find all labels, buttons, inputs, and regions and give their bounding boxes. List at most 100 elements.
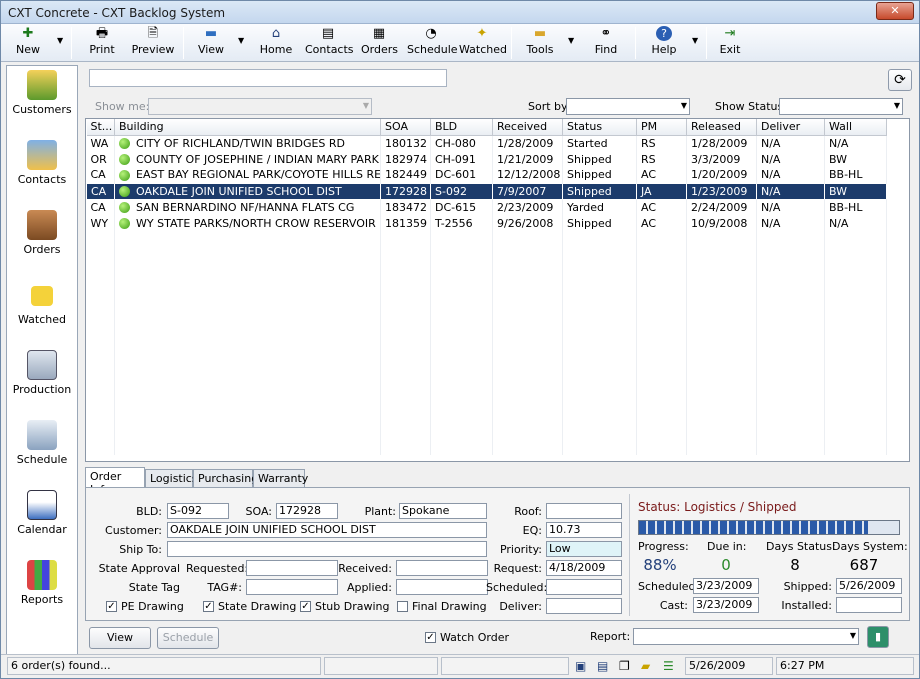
view-dropdown-icon[interactable]: ▼: [238, 36, 244, 45]
orders-button[interactable]: ▦ Orders: [361, 26, 398, 56]
sidebar-item-schedule[interactable]: Schedule: [7, 420, 77, 466]
empty-row: [86, 295, 887, 311]
requested-field[interactable]: [246, 560, 338, 576]
show-me-select[interactable]: ▼: [148, 98, 372, 115]
request-field[interactable]: 4/18/2009: [546, 560, 622, 576]
refresh-button[interactable]: ⟳: [888, 69, 912, 91]
stub-drawing-checkbox[interactable]: ✓: [300, 601, 311, 612]
search-input[interactable]: [89, 69, 447, 87]
final-drawing-checkbox[interactable]: [397, 601, 408, 612]
column-header[interactable]: BLD: [430, 119, 493, 136]
monitor-icon[interactable]: ▤: [597, 659, 608, 673]
folder-icon[interactable]: ▰: [641, 659, 650, 673]
column-header[interactable]: Wall: [824, 119, 887, 136]
tab-logistics[interactable]: Logistics: [145, 469, 198, 487]
column-header[interactable]: Status: [562, 119, 637, 136]
column-header[interactable]: Building: [114, 119, 381, 136]
new-dropdown-icon[interactable]: ▼: [57, 36, 63, 45]
column-header[interactable]: Received: [492, 119, 563, 136]
state-drawing-checkbox[interactable]: ✓: [203, 601, 214, 612]
building-name: CITY OF RICHLAND/TWIN BRIDGES RD: [136, 136, 346, 150]
sidebar-item-customers[interactable]: Customers: [7, 70, 77, 116]
network-icon[interactable]: ▣: [575, 659, 586, 673]
help-button[interactable]: ? Help: [651, 26, 677, 56]
sidebar-item-orders[interactable]: Orders: [7, 210, 77, 256]
column-header[interactable]: Released: [686, 119, 757, 136]
table-cell: WA: [86, 135, 115, 151]
view-button[interactable]: ▬ View: [195, 26, 227, 56]
schedule-button[interactable]: ◔ Schedule: [407, 26, 458, 56]
close-button[interactable]: ✕: [876, 2, 914, 20]
table-row[interactable]: CA EAST BAY REGIONAL PARK/COYOTE HILLS RE…: [86, 167, 887, 183]
schedule-order-button[interactable]: Schedule: [157, 627, 219, 649]
table-row[interactable]: WA CITY OF RICHLAND/TWIN BRIDGES RD 180132…: [86, 135, 887, 151]
roof-field[interactable]: [546, 503, 622, 519]
customer-field[interactable]: OAKDALE JOIN UNIFIED SCHOOL DIST: [167, 522, 487, 538]
tab-warranty[interactable]: Warranty: [253, 469, 308, 487]
exit-button[interactable]: ⇥ Exit: [719, 26, 741, 56]
eq-field[interactable]: 10.73: [546, 522, 622, 538]
table-row[interactable]: CA OAKDALE JOIN UNIFIED SCHOOL DIST 172928…: [86, 182, 887, 200]
ship-to-field[interactable]: [167, 541, 487, 557]
column-header[interactable]: St...: [86, 119, 115, 136]
new-button[interactable]: ✚ New: [13, 26, 43, 56]
watched-button[interactable]: ✦ Watched: [459, 26, 507, 56]
tools-dropdown-icon[interactable]: ▼: [568, 36, 574, 45]
empty-row: [86, 407, 887, 423]
table-cell: N/A: [756, 151, 825, 167]
table-cell: BB-HL: [824, 167, 887, 183]
list-icon[interactable]: ☰: [663, 659, 674, 673]
preview-button[interactable]: 🗎 Preview: [131, 26, 175, 56]
home-button[interactable]: ⌂ Home: [259, 26, 293, 56]
column-header[interactable]: SOA: [380, 119, 431, 136]
cast-field[interactable]: 3/23/2009: [693, 597, 759, 613]
chevron-down-icon: ▼: [893, 101, 900, 110]
folder-view-icon: ▬: [204, 26, 218, 41]
column-header[interactable]: PM: [636, 119, 687, 136]
received-field[interactable]: [396, 560, 488, 576]
table-cell: Started: [562, 135, 637, 151]
soa-field[interactable]: 172928: [276, 503, 338, 519]
watch-order-checkbox[interactable]: ✓: [425, 632, 436, 643]
preview-icon: 🗎: [147, 26, 159, 41]
applied-field[interactable]: [396, 579, 488, 595]
run-report-button[interactable]: ▮: [867, 626, 889, 648]
table-cell: 1/23/2009: [686, 182, 757, 200]
find-button[interactable]: ⚭ Find: [593, 26, 619, 56]
tab-order-info[interactable]: Order Info: [85, 467, 145, 496]
bld-field[interactable]: S-092: [167, 503, 229, 519]
empty-row: [86, 311, 887, 327]
sidebar-item-watched[interactable]: Watched: [7, 280, 77, 326]
sidebar-item-reports[interactable]: Reports: [7, 560, 77, 606]
column-header[interactable]: Deliver: [756, 119, 825, 136]
table-row[interactable]: CA SAN BERNARDINO NF/HANNA FLATS CG 183472…: [86, 199, 887, 215]
pe-drawing-checkbox[interactable]: ✓: [106, 601, 117, 612]
sidebar-item-contacts[interactable]: Contacts: [7, 140, 77, 186]
tools-button[interactable]: ▬ Tools: [525, 26, 555, 56]
final-drawing-label: Final Drawing: [412, 600, 487, 613]
priority-label: Priority:: [499, 543, 542, 556]
table-row[interactable]: WY WY STATE PARKS/NORTH CROW RESERVOIR 21…: [86, 215, 887, 231]
sidebar-item-production[interactable]: Production: [7, 350, 77, 396]
tag-field[interactable]: [246, 579, 338, 595]
shipped-field[interactable]: 5/26/2009: [836, 578, 902, 594]
table-row[interactable]: OR COUNTY OF JOSEPHINE / INDIAN MARY PARK…: [86, 151, 887, 167]
contacts-button[interactable]: ▤ Contacts: [305, 26, 354, 56]
deliver-field[interactable]: [546, 598, 622, 614]
view-order-button[interactable]: View: [89, 627, 151, 649]
print-button[interactable]: 🖶 Print: [87, 26, 117, 56]
status-cell-3: [441, 657, 569, 675]
show-status-select[interactable]: ▼: [779, 98, 903, 115]
sched-field[interactable]: 3/23/2009: [693, 578, 759, 594]
sort-by-select[interactable]: ▼: [566, 98, 690, 115]
help-dropdown-icon[interactable]: ▼: [692, 36, 698, 45]
plant-field[interactable]: Spokane: [399, 503, 487, 519]
documents-icon[interactable]: ❐: [619, 659, 630, 673]
scheduled-field[interactable]: [546, 579, 622, 595]
installed-field[interactable]: [836, 597, 902, 613]
sidebar-item-calendar[interactable]: Calendar: [7, 490, 77, 536]
show-status-label: Show Status:: [715, 100, 787, 113]
report-select[interactable]: ▼: [633, 628, 859, 645]
priority-field[interactable]: Low: [546, 541, 622, 557]
tab-purchasing[interactable]: Purchasing: [193, 469, 258, 487]
